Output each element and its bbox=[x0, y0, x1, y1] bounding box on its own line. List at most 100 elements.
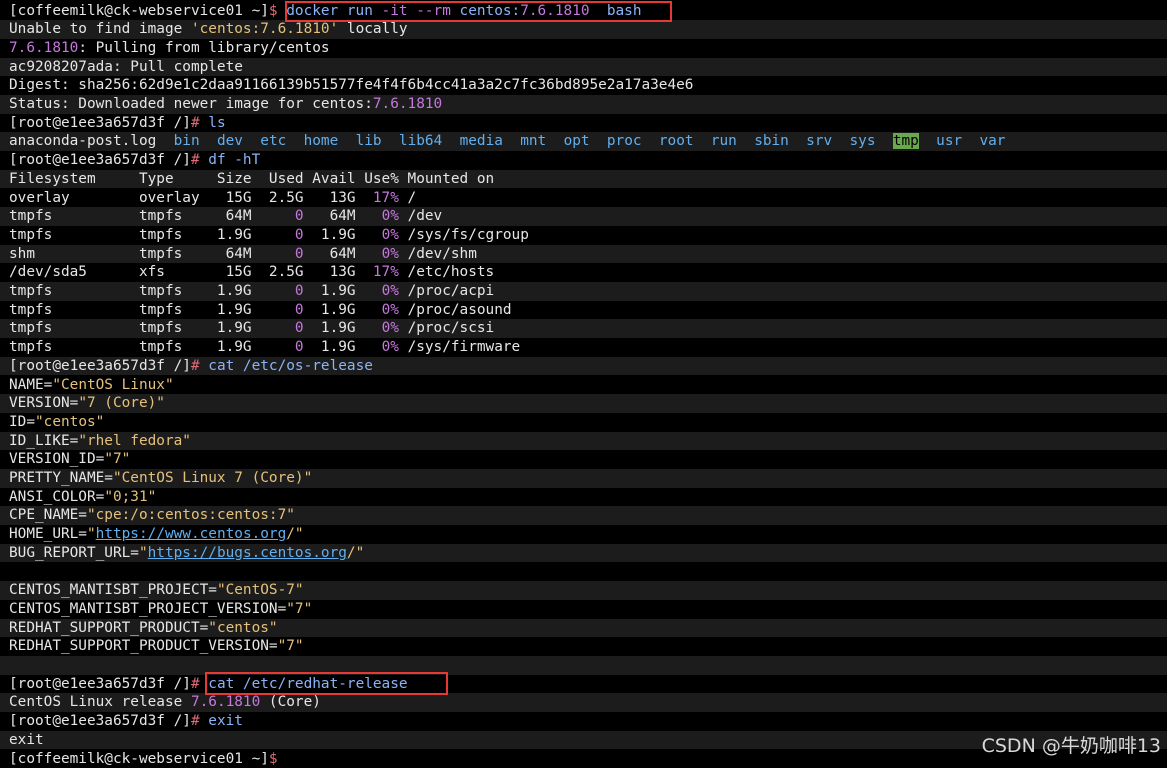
terminal-text: opt bbox=[564, 133, 590, 149]
terminal-text: sbin bbox=[754, 133, 789, 149]
terminal-text: # bbox=[191, 152, 208, 168]
terminal-text: usr bbox=[936, 133, 962, 149]
terminal-text: "7" bbox=[104, 451, 130, 467]
terminal-text: proc bbox=[607, 133, 642, 149]
terminal-line: ac9208207ada: Pull complete bbox=[0, 58, 1167, 77]
terminal-text: centos: bbox=[451, 3, 520, 19]
terminal-text: sys bbox=[850, 133, 876, 149]
terminal-line: tmpfs tmpfs 1.9G 0 1.9G 0% /proc/acpi bbox=[0, 282, 1167, 301]
terminal-text: 0 bbox=[295, 227, 304, 243]
terminal-text: shm tmpfs 64M bbox=[9, 246, 295, 262]
terminal-text: /" bbox=[347, 545, 364, 561]
terminal-text: NAME= bbox=[9, 377, 52, 393]
terminal-text: ac9208207ada: Pull complete bbox=[9, 59, 243, 75]
terminal-text: 'centos:7.6.1810' bbox=[191, 21, 338, 37]
terminal-text: ID_LIKE= bbox=[9, 433, 78, 449]
terminal-text: /sys/firmware bbox=[399, 339, 520, 355]
terminal-text: root bbox=[659, 133, 694, 149]
terminal-text bbox=[590, 133, 607, 149]
terminal-text: "CentOS-7" bbox=[217, 582, 304, 598]
terminal-text: 0% bbox=[382, 339, 399, 355]
terminal-line: REDHAT_SUPPORT_PRODUCT="centos" bbox=[0, 619, 1167, 638]
url-link[interactable]: https://bugs.centos.org bbox=[148, 545, 347, 561]
terminal-text: bin bbox=[174, 133, 200, 149]
terminal-text bbox=[442, 133, 459, 149]
terminal-text: 0% bbox=[382, 283, 399, 299]
terminal-text: 0% bbox=[382, 302, 399, 318]
terminal-line: [root@e1ee3a657d3f /]# df -hT bbox=[9, 151, 1167, 170]
terminal-text: # bbox=[191, 713, 208, 729]
terminal-text bbox=[338, 133, 355, 149]
terminal-text: tmpfs tmpfs 1.9G bbox=[9, 227, 295, 243]
terminal-text: HOME_URL= bbox=[9, 526, 87, 542]
terminal-text bbox=[694, 133, 711, 149]
terminal-text: [root@e1ee3a657d3f /] bbox=[9, 115, 191, 131]
terminal-text: 7.6.1810 bbox=[373, 96, 442, 112]
terminal-text bbox=[737, 133, 754, 149]
terminal-text: 7.6.1810 bbox=[520, 3, 589, 19]
terminal-text: 1.9G bbox=[304, 339, 382, 355]
terminal-line: Status: Downloaded newer image for cento… bbox=[0, 95, 1167, 114]
terminal-text: "CentOS Linux 7 (Core)" bbox=[113, 470, 312, 486]
terminal-text: /proc/acpi bbox=[399, 283, 494, 299]
terminal-text bbox=[382, 133, 399, 149]
terminal-text: docker run bbox=[286, 3, 381, 19]
terminal-line: ID="centos" bbox=[9, 413, 1167, 432]
terminal-text: mnt bbox=[520, 133, 546, 149]
terminal-text: overlay overlay 15G 2.5G 13G bbox=[9, 190, 373, 206]
terminal-text: /proc/asound bbox=[399, 302, 512, 318]
terminal-text: "cpe:/o:centos:centos:7" bbox=[87, 507, 295, 523]
terminal-line: Digest: sha256:62d9e1c2daa91166139b51577… bbox=[9, 76, 1167, 95]
terminal-text: 0 bbox=[295, 283, 304, 299]
terminal-text: /dev/sda5 xfs 15G 2.5G 13G bbox=[9, 264, 373, 280]
terminal-text: tmpfs tmpfs 1.9G bbox=[9, 302, 295, 318]
terminal-text: BUG_REPORT_URL= bbox=[9, 545, 139, 561]
terminal-text: media bbox=[460, 133, 503, 149]
terminal-text: [root@e1ee3a657d3f /] bbox=[9, 358, 191, 374]
terminal-text: /" bbox=[286, 526, 303, 542]
terminal-line: BUG_REPORT_URL="https://bugs.centos.org/… bbox=[0, 544, 1167, 563]
terminal-text bbox=[962, 133, 979, 149]
terminal-text: PRETTY_NAME= bbox=[9, 470, 113, 486]
terminal-line: 7.6.1810: Pulling from library/centos bbox=[9, 39, 1167, 58]
terminal-text: "CentOS Linux" bbox=[52, 377, 173, 393]
terminal-text bbox=[832, 133, 849, 149]
terminal-text: 17% bbox=[373, 264, 399, 280]
terminal-text: cat /etc/os-release bbox=[208, 358, 373, 374]
terminal-text: Status: Downloaded newer image for cento… bbox=[9, 96, 373, 112]
terminal-line bbox=[9, 563, 1167, 582]
terminal-line: ANSI_COLOR="0;31" bbox=[9, 488, 1167, 507]
terminal-text: REDHAT_SUPPORT_PRODUCT= bbox=[9, 620, 208, 636]
terminal-line: VERSION_ID="7" bbox=[9, 450, 1167, 469]
terminal-line: /dev/sda5 xfs 15G 2.5G 13G 17% /etc/host… bbox=[9, 263, 1167, 282]
terminal-text bbox=[546, 133, 563, 149]
terminal-text: Filesystem Type Size Used Avail Use% Mou… bbox=[9, 171, 494, 187]
terminal-text: home bbox=[304, 133, 339, 149]
terminal-text: 64M bbox=[304, 208, 382, 224]
terminal-text: -it --rm bbox=[382, 3, 451, 19]
terminal-text: 1.9G bbox=[304, 283, 382, 299]
terminal-line: anaconda-post.log bin dev etc home lib l… bbox=[0, 132, 1167, 151]
terminal-text: tmpfs tmpfs 1.9G bbox=[9, 283, 295, 299]
terminal-text: 1.9G bbox=[304, 320, 382, 336]
url-link[interactable]: https://www.centos.org bbox=[96, 526, 287, 542]
terminal-window[interactable]: [coffeemilk@ck-webservice01 ~]$ docker r… bbox=[0, 0, 1167, 766]
terminal-text: tmp bbox=[893, 133, 919, 149]
terminal-line: HOME_URL="https://www.centos.org/" bbox=[9, 525, 1167, 544]
terminal-text: /dev/shm bbox=[399, 246, 477, 262]
terminal-text bbox=[286, 133, 303, 149]
terminal-text: 7.6.1810 bbox=[191, 694, 260, 710]
terminal-text bbox=[642, 133, 659, 149]
terminal-line: Unable to find image 'centos:7.6.1810' l… bbox=[0, 20, 1167, 39]
terminal-text: var bbox=[979, 133, 1005, 149]
terminal-text: [root@e1ee3a657d3f /] bbox=[9, 152, 191, 168]
terminal-text: cat /etc/redhat-release bbox=[208, 676, 407, 692]
terminal-line bbox=[0, 656, 1167, 675]
terminal-text: 0 bbox=[295, 246, 304, 262]
terminal-text: /dev bbox=[399, 208, 442, 224]
terminal-line: tmpfs tmpfs 1.9G 0 1.9G 0% /proc/scsi bbox=[0, 319, 1167, 338]
terminal-line: CENTOS_MANTISBT_PROJECT="CentOS-7" bbox=[0, 581, 1167, 600]
terminal-text: 17% bbox=[373, 190, 399, 206]
terminal-text: [root@e1ee3a657d3f /] bbox=[9, 713, 191, 729]
terminal-text: etc bbox=[260, 133, 286, 149]
